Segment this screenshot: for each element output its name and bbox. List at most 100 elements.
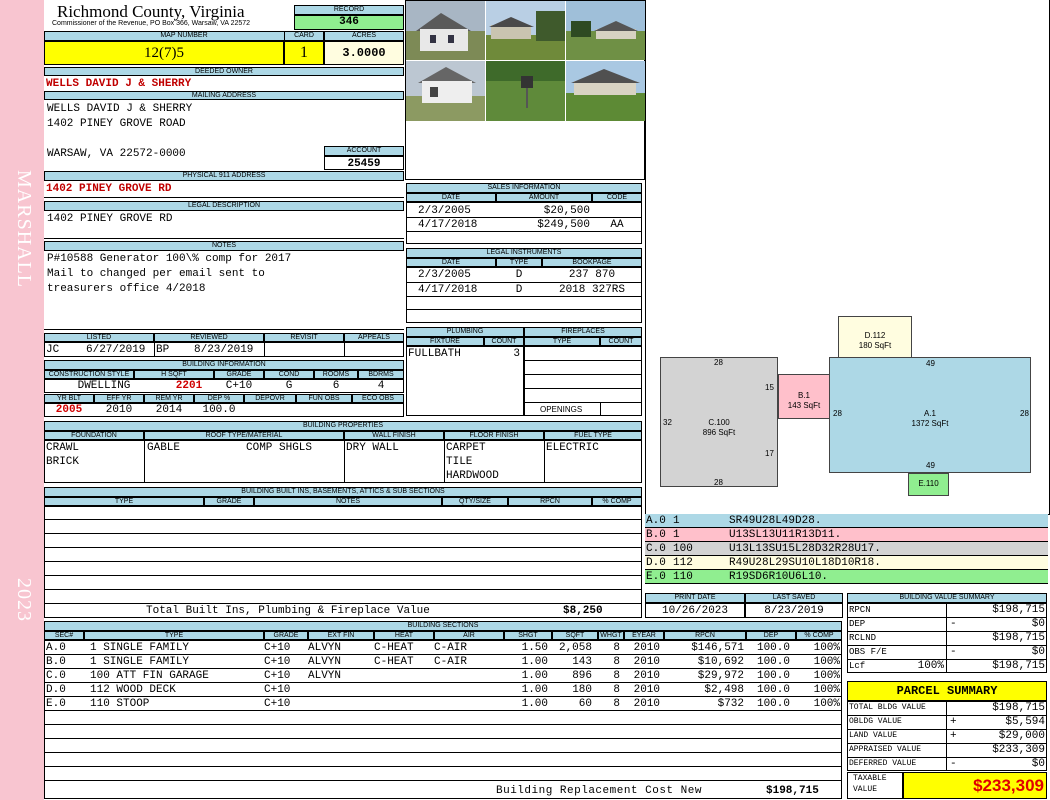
divider — [154, 342, 155, 357]
condition: G — [285, 380, 293, 392]
section-cell: 8 — [613, 670, 620, 682]
section-cell: 2010 — [633, 670, 660, 682]
divider — [946, 603, 947, 673]
sec-col: DEP — [746, 631, 796, 640]
builtins-col-type: TYPE — [44, 497, 204, 506]
appeals-header: APPEALS — [344, 333, 404, 342]
sec-col: % COMP — [796, 631, 842, 640]
divider — [44, 238, 404, 239]
li-col-bookpage: BOOKPAGE — [542, 258, 642, 267]
divider — [44, 780, 842, 781]
divider — [344, 440, 345, 483]
replacement-cost-value: $198,715 — [766, 785, 819, 797]
sale-date: 4/17/2018 — [418, 219, 478, 231]
acres-value: 3.0000 — [324, 41, 404, 65]
owner-header: DEEDED OWNER — [44, 67, 404, 76]
mailing-line-2: 1402 PINEY GROVE ROAD — [47, 118, 186, 130]
vs-value: $198,715 — [992, 632, 1045, 644]
sec-col: RPCN — [664, 631, 746, 640]
floor-finish: CARPET — [446, 442, 486, 454]
prop-col-foundation: FOUNDATION — [44, 431, 144, 440]
sketch-label-e: E.110 — [918, 479, 939, 488]
bi-col-effyr: EFF YR — [94, 394, 144, 403]
section-cell: 2,058 — [558, 642, 592, 654]
code-number: 1 — [673, 515, 680, 527]
section-row: C.0 100 ATT FIN GARAGE C+10 ALVYN 1.00 896 8 20… — [44, 669, 842, 683]
sales-header: SALES INFORMATION — [406, 183, 642, 193]
divider — [44, 752, 842, 753]
sketch-code-list: A.0 1 SR49U28L49D28. B.0 1 U13SL13U11R13D11.… — [645, 514, 1048, 584]
section-cell: 2010 — [633, 684, 660, 696]
property-photos — [406, 1, 646, 121]
section-cell: 100% — [813, 642, 840, 654]
bi-col-dep: DEP % — [194, 394, 244, 403]
section-cell: 180 — [572, 684, 592, 696]
sketch-code-row: E.0 110 R19SD6R10U6L10. — [645, 570, 1048, 584]
segment-area: 143 SqFt — [787, 401, 821, 410]
plumbing-fixture: FULLBATH — [408, 348, 461, 360]
dim-a-top: 49 — [926, 359, 935, 368]
ps-value: $0 — [1031, 758, 1045, 770]
segment-name: C.100 — [708, 418, 730, 427]
ps-label: DEFERRED VALUE — [849, 759, 917, 768]
code-id: C.0 — [646, 543, 666, 555]
vs-label: Lcf — [849, 661, 866, 671]
section-cell: $146,571 — [691, 642, 744, 654]
notes-line-3: treasurers office 4/2018 — [47, 283, 206, 295]
district-sidebar: MARSHALL 2023 — [0, 0, 44, 800]
bi-col-yrblt: YR BLT — [44, 394, 94, 403]
sketch-label-c: C.100 896 SqFt — [660, 418, 778, 438]
section-cell: C+10 — [264, 684, 291, 696]
sale-amount: $20,500 — [543, 205, 590, 217]
section-cell: C+10 — [264, 670, 291, 682]
print-date-header: PRINT DATE — [645, 593, 745, 603]
foundation-value: BRICK — [46, 456, 80, 468]
last-saved-date: 8/23/2019 — [745, 603, 843, 618]
divider — [44, 329, 404, 330]
fireplaces-header: FIREPLACES — [524, 327, 642, 337]
section-cell: C-AIR — [434, 656, 468, 668]
sec-col: WHGT — [598, 631, 624, 640]
bi-col-remyr: REM YR — [144, 394, 194, 403]
section-cell: 2010 — [633, 642, 660, 654]
sec-col: HEAT — [374, 631, 434, 640]
sales-col-amount: AMOUNT — [496, 193, 592, 202]
section-cell: B.0 — [46, 656, 66, 668]
bi-col-cond: COND — [264, 370, 314, 379]
prop-col-floor: FLOOR FINISH — [444, 431, 544, 440]
divider — [44, 589, 642, 590]
section-cell: 1.00 — [521, 684, 548, 696]
bi-col-bdrms: BDRMS — [358, 370, 404, 379]
record-header: RECORD — [294, 5, 404, 15]
physical-address: 1402 PINEY GROVE RD — [46, 183, 172, 195]
code-id: B.0 — [646, 529, 666, 541]
mailing-header: MAILING ADDRESS — [44, 91, 404, 100]
divider — [44, 547, 642, 548]
segment-area: 180 SqFt — [858, 341, 892, 350]
last-saved-header: LAST SAVED — [745, 593, 843, 603]
sec-col: SHGT — [504, 631, 552, 640]
legal-instruments-header: LEGAL INSTRUMENTS — [406, 248, 642, 258]
listed-header: LISTED — [44, 333, 154, 342]
dim-c-right-top: 15 — [765, 383, 774, 392]
sec-col: GRADE — [264, 631, 308, 640]
section-cell: ALVYN — [308, 642, 342, 654]
section-cell: 1.00 — [521, 670, 548, 682]
bedrooms: 4 — [377, 380, 385, 392]
section-cell: 100% — [813, 656, 840, 668]
sketch-code-row: C.0 100 U13L13SU15L28D32R28U17. — [645, 542, 1048, 556]
sketch-code-row: D.0 112 R49U28L29SU10L18D10R18. — [645, 556, 1048, 570]
dim-a-right: 28 — [1020, 409, 1029, 418]
code-number: 1 — [673, 529, 680, 541]
segment-name: A.1 — [923, 409, 936, 418]
section-cell: 8 — [613, 642, 620, 654]
section-cell: 100% — [813, 698, 840, 710]
section-cell: 112 WOOD DECK — [90, 684, 176, 696]
ps-label: TOTAL BLDG VALUE — [849, 703, 926, 712]
roof-type: GABLE — [147, 442, 181, 454]
builtins-col-comp: % COMP — [592, 497, 642, 506]
section-cell: 1.00 — [521, 698, 548, 710]
wall-finish: DRY WALL — [346, 442, 399, 454]
remodel-year: 2014 — [155, 404, 183, 416]
listed-by: JC — [46, 344, 60, 356]
